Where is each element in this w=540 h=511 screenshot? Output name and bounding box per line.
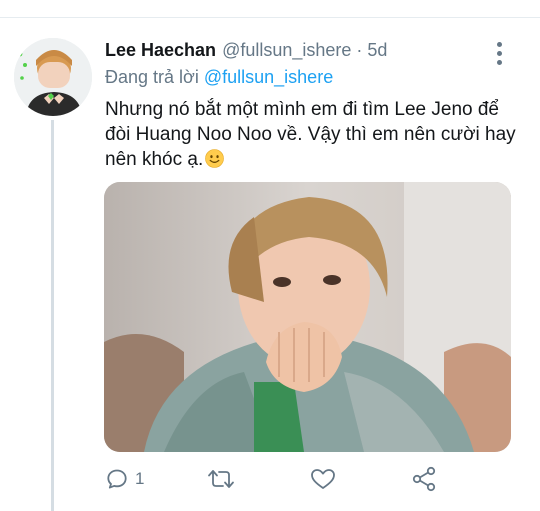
retweet-icon bbox=[208, 470, 234, 488]
tweet-media-image[interactable] bbox=[104, 182, 511, 452]
separator-dot: · bbox=[356, 40, 363, 60]
tweet-actions: 1 bbox=[105, 463, 525, 495]
slightly-smiling-face-icon bbox=[205, 149, 225, 168]
reply-button[interactable]: 1 bbox=[105, 463, 144, 495]
like-icon bbox=[311, 469, 335, 489]
reply-count: 1 bbox=[135, 469, 145, 488]
timestamp[interactable]: 5d bbox=[367, 40, 387, 61]
avatar-image bbox=[14, 38, 92, 116]
tweet-text: Nhưng nó bắt một mình em đi tìm Lee Jeno… bbox=[105, 97, 520, 172]
like-button[interactable] bbox=[310, 463, 336, 495]
reply-to-handle[interactable]: @fullsun_ishere bbox=[204, 67, 333, 87]
author-name[interactable]: Lee Haechan bbox=[105, 40, 216, 61]
author-handle[interactable]: @fullsun_ishere bbox=[222, 40, 351, 61]
more-options-icon[interactable] bbox=[489, 40, 509, 66]
top-divider bbox=[0, 17, 540, 18]
retweet-button[interactable] bbox=[207, 463, 235, 495]
reply-prefix: Đang trả lời bbox=[105, 67, 199, 87]
share-button[interactable] bbox=[411, 463, 437, 495]
share-icon bbox=[412, 466, 436, 492]
reply-icon bbox=[107, 469, 127, 489]
tweet-body: Nhưng nó bắt một mình em đi tìm Lee Jeno… bbox=[105, 99, 516, 170]
tweet-header: Lee Haechan @fullsun_ishere · 5d bbox=[105, 40, 387, 64]
reply-context: Đang trả lời @fullsun_ishere bbox=[105, 67, 333, 88]
media-photo bbox=[104, 182, 511, 452]
thread-line bbox=[51, 120, 54, 511]
avatar[interactable] bbox=[14, 38, 92, 116]
